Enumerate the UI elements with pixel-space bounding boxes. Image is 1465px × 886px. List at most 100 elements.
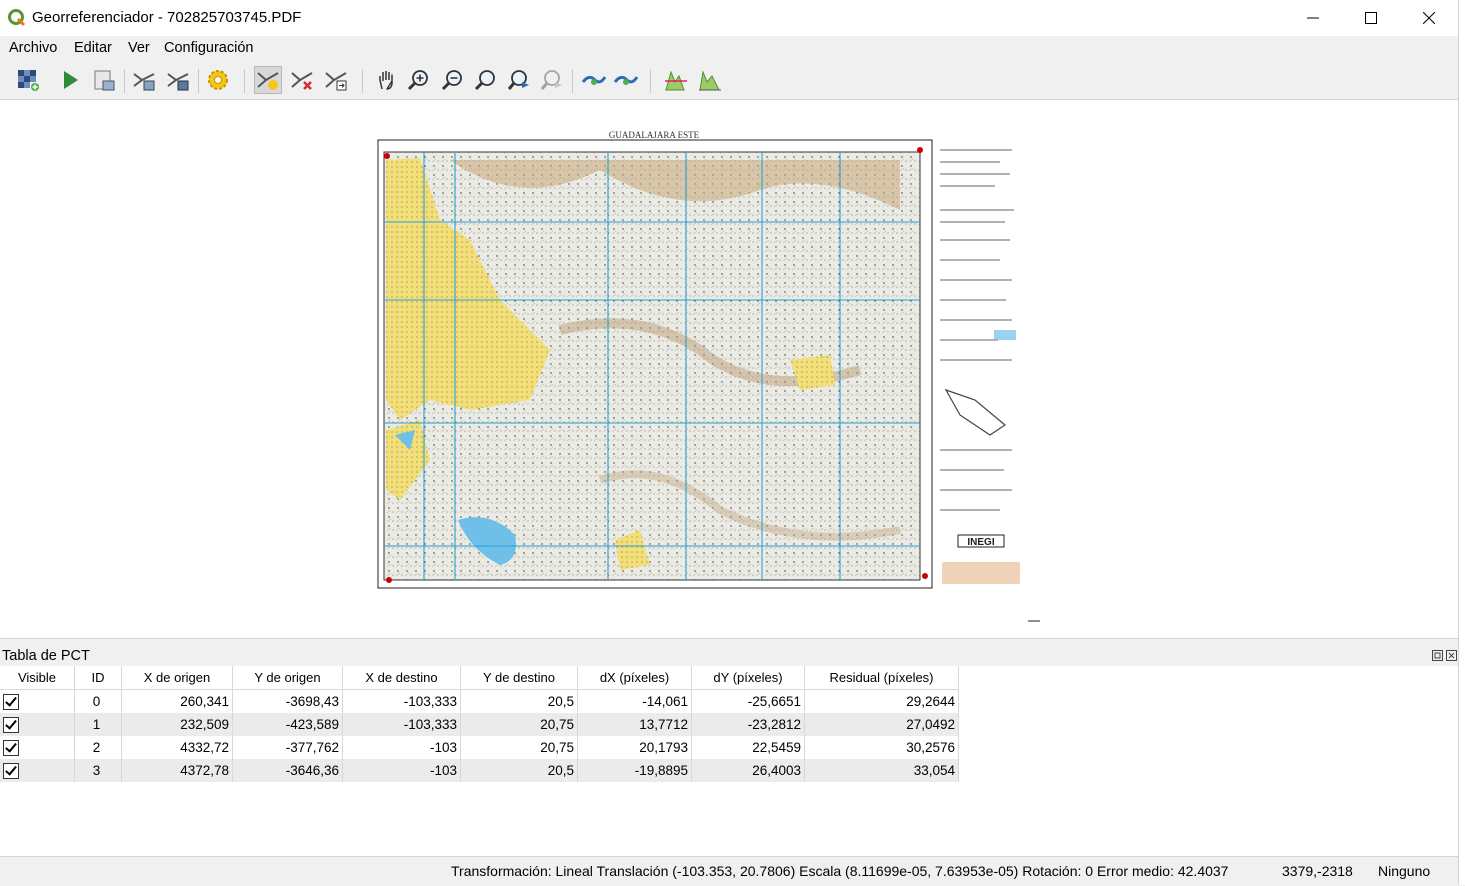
georeferencer-canvas[interactable]: INEGI GUADALAJARA ESTE xyxy=(0,100,1458,639)
table-row[interactable]: 2 4332,72 -377,762 -103 20,75 20,1793 22… xyxy=(0,736,959,759)
menu-configuracion[interactable]: Configuración xyxy=(164,40,253,56)
link-qgis-to-georeferencer-icon xyxy=(613,75,639,85)
column-header[interactable]: Y de destino xyxy=(460,666,578,690)
y-destino-cell[interactable]: 20,75 xyxy=(460,736,578,759)
column-header[interactable]: Residual (píxeles) xyxy=(804,666,959,690)
y-origen-cell[interactable]: -3646,36 xyxy=(232,759,343,782)
visible-checkbox[interactable] xyxy=(3,716,19,733)
column-header[interactable]: Y de origen xyxy=(232,666,343,690)
x-destino-cell[interactable]: -103,333 xyxy=(342,713,461,736)
residual-cell: 30,2576 xyxy=(804,736,959,759)
visible-cell[interactable] xyxy=(0,689,75,713)
add-point-button[interactable] xyxy=(254,66,282,94)
visible-cell[interactable] xyxy=(0,759,75,782)
title-bar: Georreferenciador - 702825703745.PDF xyxy=(0,0,1458,36)
zoom-in-button[interactable] xyxy=(404,66,432,94)
close-button[interactable] xyxy=(1400,0,1458,36)
zoom-last-button[interactable] xyxy=(505,66,533,94)
menu-editar[interactable]: Editar xyxy=(74,40,112,56)
column-header[interactable]: X de destino xyxy=(342,666,461,690)
start-georeferencing-icon xyxy=(64,71,78,89)
transformation-settings-icon xyxy=(208,70,228,90)
full-histogram-stretch-icon xyxy=(665,70,687,91)
visible-cell[interactable] xyxy=(0,736,75,759)
id-cell: 1 xyxy=(74,713,122,736)
y-destino-cell[interactable]: 20,75 xyxy=(460,713,578,736)
column-header[interactable]: dX (píxeles) xyxy=(577,666,692,690)
y-origen-cell[interactable]: -423,589 xyxy=(232,713,343,736)
open-raster-button[interactable] xyxy=(14,66,42,94)
zoom-to-layer-button[interactable] xyxy=(471,66,499,94)
menu-ver[interactable]: Ver xyxy=(128,40,150,56)
column-header[interactable]: X de origen xyxy=(121,666,233,690)
dy-cell: 26,4003 xyxy=(691,759,805,782)
table-row[interactable]: 1 232,509 -423,589 -103,333 20,75 13,771… xyxy=(0,713,959,736)
dx-cell: 20,1793 xyxy=(577,736,692,759)
dx-cell: 13,7712 xyxy=(577,713,692,736)
menu-archivo[interactable]: Archivo xyxy=(9,40,57,56)
window-edge xyxy=(1458,0,1465,885)
table-header-row: Visible ID X de origen Y de origen X de … xyxy=(0,666,959,690)
link-qgis-to-georeferencer-button[interactable] xyxy=(612,66,640,94)
minimize-icon xyxy=(1307,17,1319,19)
full-histogram-stretch-button[interactable] xyxy=(662,66,690,94)
save-gcp-points-button[interactable] xyxy=(164,66,192,94)
pan-icon xyxy=(379,71,393,90)
close-icon xyxy=(1423,12,1435,24)
pan-button[interactable] xyxy=(372,66,400,94)
y-origen-cell[interactable]: -377,762 xyxy=(232,736,343,759)
transformation-settings-button[interactable] xyxy=(204,66,232,94)
link-georeferencer-to-qgis-button[interactable] xyxy=(580,66,608,94)
load-gcp-points-button[interactable] xyxy=(130,66,158,94)
qgis-logo-icon xyxy=(8,9,26,27)
generate-gdal-script-button[interactable] xyxy=(90,66,118,94)
local-histogram-stretch-icon xyxy=(699,70,721,91)
zoom-in-icon xyxy=(407,70,428,91)
x-origen-cell[interactable]: 4372,78 xyxy=(121,759,233,782)
zoom-out-button[interactable] xyxy=(438,66,466,94)
x-origen-cell[interactable]: 4332,72 xyxy=(121,736,233,759)
zoom-last-icon xyxy=(507,70,529,90)
visible-checkbox[interactable] xyxy=(3,762,19,779)
move-gcp-point-button[interactable] xyxy=(322,66,350,94)
toolbar-separator xyxy=(572,69,573,93)
maximize-button[interactable] xyxy=(1342,0,1400,36)
visible-checkbox[interactable] xyxy=(3,693,19,710)
minimize-button[interactable] xyxy=(1284,0,1342,36)
window-title: Georreferenciador - 702825703745.PDF xyxy=(32,9,302,26)
zoom-next-button[interactable] xyxy=(538,66,566,94)
zoom-to-layer-icon xyxy=(474,70,495,91)
toolbar-separator xyxy=(362,69,363,93)
y-origen-cell[interactable]: -3698,43 xyxy=(232,689,343,713)
visible-checkbox[interactable] xyxy=(3,739,19,756)
publisher-logo: INEGI xyxy=(967,537,994,548)
visible-cell[interactable] xyxy=(0,713,75,736)
x-destino-cell[interactable]: -103 xyxy=(342,759,461,782)
table-row[interactable]: 0 260,341 -3698,43 -103,333 20,5 -14,061… xyxy=(0,689,959,713)
zoom-out-icon xyxy=(441,70,462,91)
column-header[interactable]: Visible xyxy=(0,666,75,690)
dy-cell: 22,5459 xyxy=(691,736,805,759)
x-origen-cell[interactable]: 260,341 xyxy=(121,689,233,713)
dx-cell: -19,8895 xyxy=(577,759,692,782)
table-row[interactable]: 3 4372,78 -3646,36 -103 20,5 -19,8895 26… xyxy=(0,759,959,782)
pct-panel-title: Tabla de PCT xyxy=(2,648,90,664)
delete-point-button[interactable] xyxy=(288,66,316,94)
column-header[interactable]: ID xyxy=(74,666,122,690)
y-destino-cell[interactable]: 20,5 xyxy=(460,759,578,782)
y-destino-cell[interactable]: 20,5 xyxy=(460,689,578,713)
close-panel-icon[interactable] xyxy=(1446,650,1457,661)
link-georeferencer-to-qgis-icon xyxy=(581,75,607,85)
menu-bar: Archivo Editar Ver Configuración xyxy=(0,36,1458,61)
x-destino-cell[interactable]: -103,333 xyxy=(342,689,461,713)
float-panel-icon[interactable] xyxy=(1432,650,1443,661)
save-gcp-points-icon xyxy=(167,73,189,91)
start-georeferencing-button[interactable] xyxy=(56,66,84,94)
x-origen-cell[interactable]: 232,509 xyxy=(121,713,233,736)
x-destino-cell[interactable]: -103 xyxy=(342,736,461,759)
local-histogram-stretch-button[interactable] xyxy=(696,66,724,94)
column-header[interactable]: dY (píxeles) xyxy=(691,666,805,690)
crs-indicator[interactable]: Ninguno xyxy=(1378,863,1430,879)
residual-cell: 33,054 xyxy=(804,759,959,782)
move-gcp-point-icon xyxy=(325,72,347,91)
